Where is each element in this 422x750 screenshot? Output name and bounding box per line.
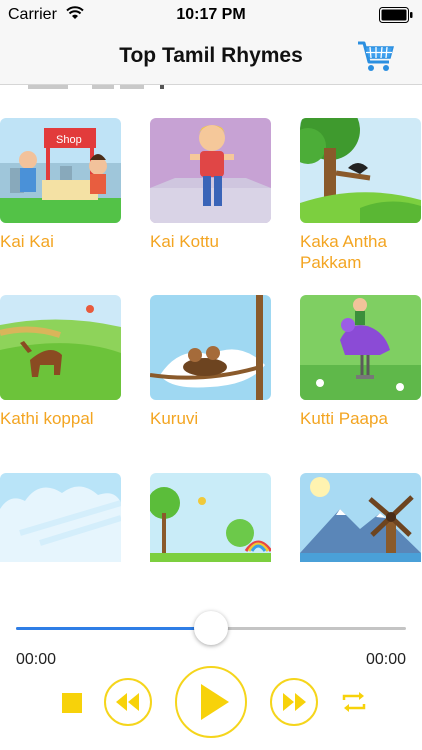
navigation-bar: Top Tamil Rhymes — [0, 30, 422, 85]
rhymes-grid: Shop Kai Kai Kai Kottu Kaka Antha Pakkam… — [0, 92, 422, 562]
battery-icon — [379, 7, 413, 23]
fast-forward-icon — [283, 693, 306, 711]
rhyme-thumbnail — [300, 118, 421, 223]
status-bar: Carrier 10:17 PM — [0, 0, 422, 30]
rhyme-thumbnail — [150, 295, 271, 400]
repeat-icon — [342, 692, 366, 712]
rhyme-thumbnail — [150, 118, 271, 223]
rhyme-thumbnail — [0, 295, 121, 400]
cart-button[interactable] — [356, 38, 396, 74]
rhyme-tile-kai-kottu[interactable]: Kai Kottu — [150, 118, 271, 252]
rhyme-tile-7[interactable] — [0, 473, 121, 562]
rhyme-tile-kuruvi[interactable]: Kuruvi — [150, 295, 271, 429]
rhyme-title: Kaka Antha Pakkam — [300, 232, 387, 272]
shop-sign-text: Shop — [56, 134, 82, 146]
status-time: 10:17 PM — [176, 6, 246, 23]
progress-slider-thumb[interactable] — [194, 611, 228, 645]
rhyme-thumbnail — [150, 473, 271, 562]
total-time: 00:00 — [365, 651, 406, 668]
rhyme-title: Kathi koppal — [0, 409, 94, 428]
rhyme-tile-8[interactable] — [150, 473, 271, 562]
play-icon — [201, 684, 229, 720]
cart-icon — [358, 41, 394, 71]
rhyme-tile-kathi-koppal[interactable]: Kathi koppal — [0, 295, 121, 429]
play-button[interactable] — [175, 666, 247, 738]
rhyme-tile-kutti-paapa[interactable]: Kutti Paapa — [300, 295, 421, 429]
progress-fill — [16, 627, 211, 630]
repeat-button[interactable] — [340, 690, 368, 714]
rhyme-tile-kai-kai[interactable]: Shop Kai Kai — [0, 118, 121, 252]
scrolled-content-edge — [0, 85, 422, 91]
rhyme-title: Kutti Paapa — [300, 409, 388, 428]
rhyme-tile-kaka-antha-pakkam[interactable]: Kaka Antha Pakkam — [300, 118, 421, 273]
rhyme-thumbnail — [300, 473, 421, 562]
elapsed-time: 00:00 — [16, 651, 57, 668]
rhyme-thumbnail — [300, 295, 421, 400]
rewind-icon — [116, 693, 139, 711]
rhyme-title: Kai Kottu — [150, 232, 219, 251]
rhyme-title: Kai Kai — [0, 232, 54, 251]
stop-button[interactable] — [62, 693, 82, 713]
rhyme-tile-9[interactable] — [300, 473, 421, 562]
rhyme-thumbnail — [0, 473, 121, 562]
fast-forward-button[interactable] — [270, 678, 318, 726]
rhyme-thumbnail: Shop — [0, 118, 121, 223]
rhyme-title: Kuruvi — [150, 409, 199, 428]
rewind-button[interactable] — [104, 678, 152, 726]
